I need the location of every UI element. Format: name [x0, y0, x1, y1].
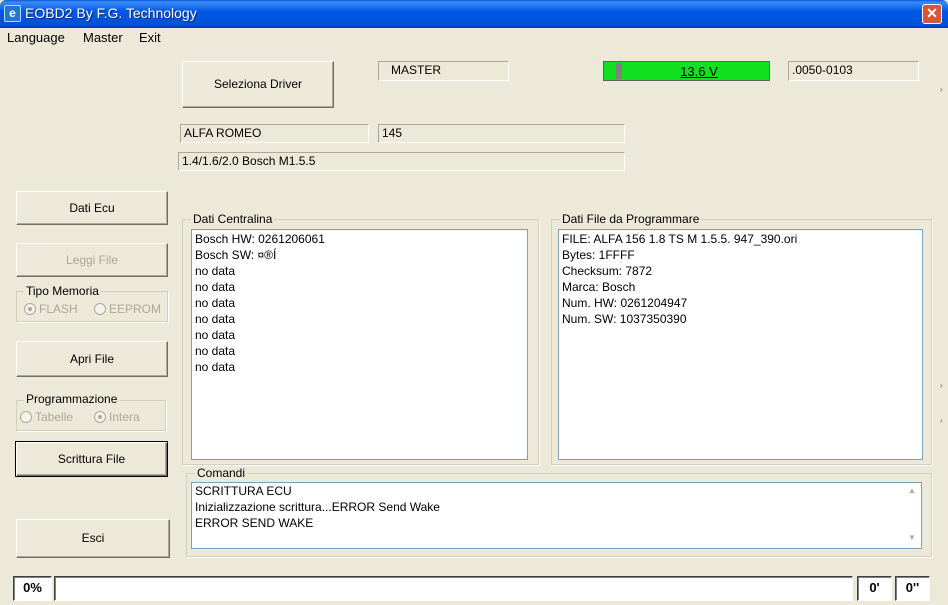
list-item: no data: [195, 264, 236, 278]
battery-voltage-indicator: 13.6 V: [603, 61, 770, 81]
mode-field: MASTER: [378, 61, 509, 81]
list-item: Marca: Bosch: [562, 280, 636, 294]
list-item: Bosch SW: ¤®Í: [195, 248, 277, 262]
comandi-label: Comandi: [195, 466, 248, 480]
radio-selected-icon: [24, 303, 36, 315]
list-item: Checksum: 7872: [562, 264, 653, 278]
elapsed-minutes: 0': [857, 576, 892, 601]
flash-radio[interactable]: FLASH: [24, 302, 78, 316]
scroll-up-icon[interactable]: ▲: [905, 486, 919, 495]
model-field: 145: [378, 124, 625, 143]
leggi-file-button[interactable]: Leggi File: [16, 243, 168, 277]
programmazione-label: Programmazione: [24, 392, 120, 406]
edge-marker-icon: ›: [940, 381, 943, 390]
list-item: no data: [195, 296, 236, 310]
window-title: EOBD2 By F.G. Technology: [25, 5, 197, 21]
flash-label: FLASH: [39, 302, 78, 316]
progress-bar: [54, 576, 853, 601]
tabelle-label: Tabelle: [35, 410, 74, 424]
eeprom-radio[interactable]: EEPROM: [94, 302, 164, 316]
make-field: ALFA ROMEO: [180, 124, 369, 143]
voltage-value: 13.6 V: [680, 64, 718, 79]
log-line: Inizializzazione scrittura...ERROR Send …: [195, 500, 440, 514]
version-field: .0050-0103: [788, 61, 919, 81]
edge-marker-icon: ›: [940, 85, 943, 94]
comandi-log[interactable]: SCRITTURA ECU Inizializzazione scrittura…: [191, 482, 922, 549]
menu-language[interactable]: Language: [7, 30, 65, 45]
menu-bar: Language Master Exit: [0, 28, 948, 48]
progress-percent: 0%: [13, 576, 52, 601]
radio-empty-icon: [94, 303, 106, 315]
engine-field: 1.4/1.6/2.0 Bosch M1.5.5: [178, 152, 625, 171]
dati-ecu-button[interactable]: Dati Ecu: [16, 191, 168, 225]
intera-label: Intera: [109, 410, 140, 424]
list-item: no data: [195, 328, 236, 342]
radio-empty-icon: [20, 411, 32, 423]
intera-radio[interactable]: Intera: [94, 410, 140, 424]
list-item: Num. HW: 0261204947: [562, 296, 688, 310]
dati-centralina-list[interactable]: Bosch HW: 0261206061 Bosch SW: ¤®Í no da…: [191, 229, 528, 460]
eeprom-label: EEPROM: [109, 302, 162, 316]
dati-file-list[interactable]: FILE: ALFA 156 1.8 TS M 1.5.5. 947_390.o…: [558, 229, 923, 460]
esci-button[interactable]: Esci: [16, 519, 170, 558]
scroll-down-icon[interactable]: ▼: [905, 533, 919, 542]
title-bar[interactable]: e EOBD2 By F.G. Technology ✕: [0, 0, 948, 28]
apri-file-button[interactable]: Apri File: [16, 341, 168, 377]
close-icon[interactable]: ✕: [922, 4, 942, 24]
select-driver-button[interactable]: Seleziona Driver: [182, 61, 334, 108]
tabelle-radio[interactable]: Tabelle: [20, 410, 73, 424]
menu-master[interactable]: Master: [83, 30, 123, 45]
dati-file-label: Dati File da Programmare: [560, 212, 702, 226]
menu-exit[interactable]: Exit: [139, 30, 161, 45]
list-item: no data: [195, 344, 236, 358]
list-item: Bosch HW: 0261206061: [195, 232, 325, 246]
edge-marker-icon: ›: [940, 416, 943, 425]
list-item: no data: [195, 360, 236, 374]
app-icon[interactable]: e: [4, 5, 21, 22]
scrittura-file-button[interactable]: Scrittura File: [15, 441, 168, 477]
dati-centralina-label: Dati Centralina: [191, 212, 275, 226]
list-item: Num. SW: 1037350390: [562, 312, 687, 326]
tipo-memoria-label: Tipo Memoria: [24, 284, 101, 298]
list-item: no data: [195, 280, 236, 294]
list-item: no data: [195, 312, 236, 326]
elapsed-seconds: 0'': [895, 576, 930, 601]
list-item: FILE: ALFA 156 1.8 TS M 1.5.5. 947_390.o…: [562, 232, 798, 246]
log-line: SCRITTURA ECU: [195, 484, 292, 498]
radio-selected-icon: [94, 411, 106, 423]
log-line: ERROR SEND WAKE: [195, 516, 314, 530]
list-item: Bytes: 1FFFF: [562, 248, 635, 262]
